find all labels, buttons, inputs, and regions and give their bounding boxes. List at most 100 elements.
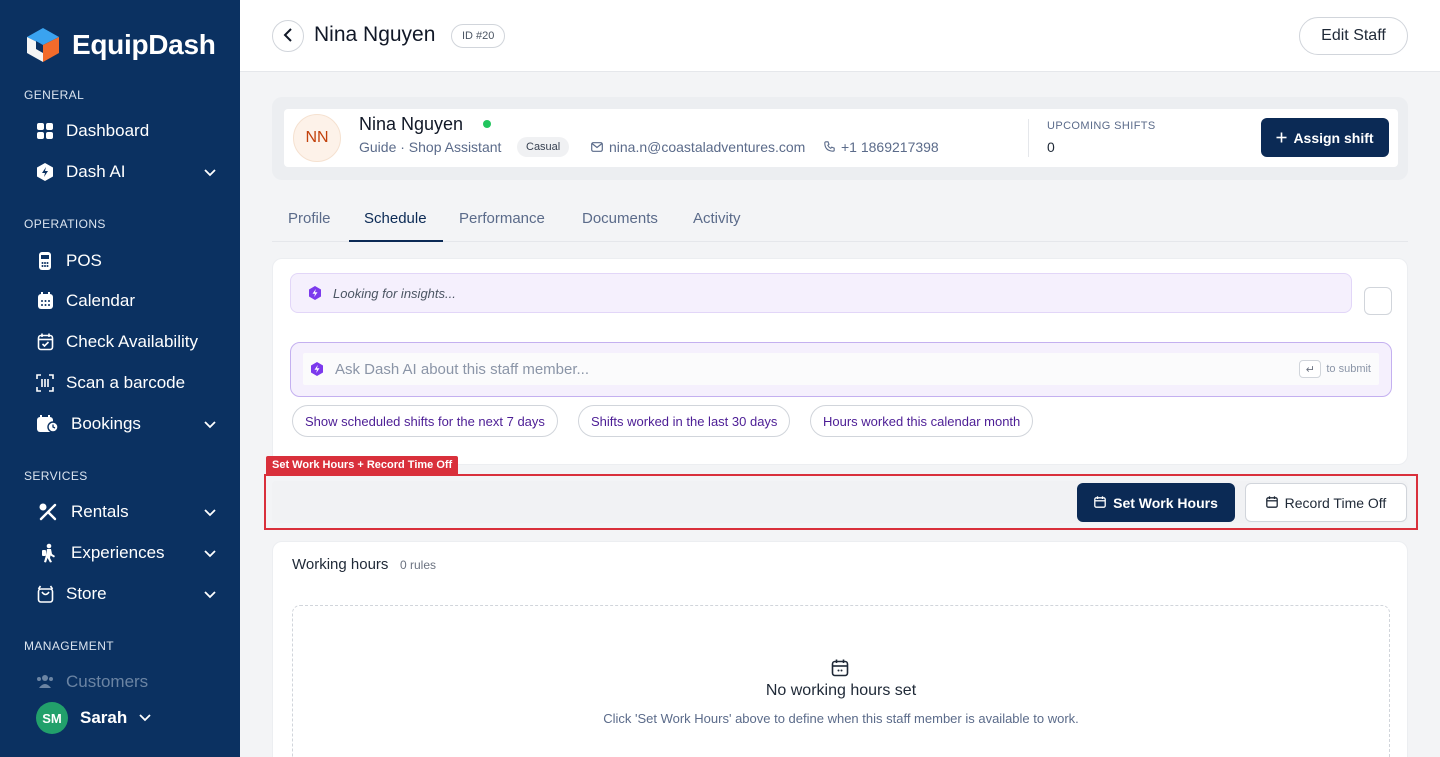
ask-ai-inner: ↵ to submit xyxy=(303,353,1379,385)
employment-type-badge: Casual xyxy=(517,137,570,157)
staff-avatar: NN xyxy=(293,114,341,162)
sidebar: EquipDash GENERAL Dashboard Dash AI OPER… xyxy=(0,0,240,757)
sidebar-item-experiences[interactable]: Experiences xyxy=(36,537,216,569)
staff-phone-text: +1 1869217398 xyxy=(841,139,939,155)
chevron-down-icon xyxy=(204,414,216,434)
section-operations: OPERATIONS xyxy=(24,217,106,231)
chevron-left-icon xyxy=(283,27,293,45)
empty-state-title: No working hours set xyxy=(765,682,917,699)
working-hours-card: Working hours 0 rules No working hours s… xyxy=(272,541,1408,757)
tab-activity[interactable]: Activity xyxy=(693,210,741,227)
calendar-check-icon xyxy=(36,333,54,351)
highlight-label: Set Work Hours + Record Time Off xyxy=(266,456,459,474)
hiker-icon xyxy=(36,543,59,563)
staff-name: Nina Nguyen xyxy=(359,114,464,134)
users-icon xyxy=(36,673,54,691)
sidebar-item-label: Customers xyxy=(66,672,149,691)
chevron-down-icon xyxy=(204,584,216,604)
id-badge: ID #20 xyxy=(451,24,506,48)
sidebar-item-store[interactable]: Store xyxy=(36,578,216,610)
calendar-icon xyxy=(831,659,849,677)
record-time-off-label: Record Time Off xyxy=(1284,494,1387,511)
tab-documents[interactable]: Documents xyxy=(582,210,658,227)
back-button[interactable] xyxy=(272,20,304,52)
online-status-dot xyxy=(483,120,491,128)
suggestion-chip-last-30-days[interactable]: Shifts worked in the last 30 days xyxy=(578,405,791,437)
sidebar-item-label: Check Availability xyxy=(66,332,198,351)
submit-hint: ↵ to submit xyxy=(1299,360,1371,378)
tab-performance[interactable]: Performance xyxy=(459,210,545,227)
set-work-hours-button[interactable]: Set Work Hours xyxy=(1077,483,1235,522)
staff-email[interactable]: nina.n@coastaladventures.com xyxy=(591,139,805,155)
edit-staff-button[interactable]: Edit Staff xyxy=(1299,17,1408,55)
divider xyxy=(1028,119,1029,157)
tab-profile[interactable]: Profile xyxy=(288,210,331,227)
insights-toggle[interactable] xyxy=(1364,287,1392,315)
shopping-bag-icon xyxy=(36,585,54,603)
chevron-down-icon xyxy=(204,502,216,522)
barcode-scan-icon xyxy=(36,374,54,392)
dash-ai-icon xyxy=(309,286,321,300)
mail-icon xyxy=(591,139,603,155)
suggestion-chip-calendar-month[interactable]: Hours worked this calendar month xyxy=(810,405,1034,437)
sidebar-item-label: Scan a barcode xyxy=(66,373,186,392)
dash-ai-icon xyxy=(311,362,323,376)
profile-summary: NN Nina Nguyen Guide · Shop Assistant Ca… xyxy=(272,97,1408,180)
user-name: Sarah xyxy=(80,708,128,727)
submit-hint-text: to submit xyxy=(1326,363,1371,375)
sidebar-item-rentals[interactable]: Rentals xyxy=(36,496,216,528)
insights-box: Looking for insights... xyxy=(290,273,1352,313)
enter-key-icon: ↵ xyxy=(1299,360,1322,378)
page-title: Nina Nguyen xyxy=(314,23,436,46)
sidebar-item-label: Experiences xyxy=(71,543,165,562)
tab-schedule[interactable]: Schedule xyxy=(364,210,427,227)
sidebar-item-customers[interactable]: Customers xyxy=(36,666,216,698)
calendar-icon xyxy=(1265,495,1278,511)
record-time-off-button[interactable]: Record Time Off xyxy=(1245,483,1407,522)
assign-shift-label: Assign shift xyxy=(1293,129,1374,146)
chevron-down-icon xyxy=(204,543,216,563)
sidebar-item-dash-ai[interactable]: Dash AI xyxy=(36,156,216,188)
sidebar-item-dashboard[interactable]: Dashboard xyxy=(36,115,216,147)
upcoming-shifts-value: 0 xyxy=(1047,139,1055,155)
suggestion-chip-next-7-days[interactable]: Show scheduled shifts for the next 7 day… xyxy=(292,405,558,437)
calendar-icon xyxy=(36,292,54,310)
brand[interactable]: EquipDash xyxy=(24,27,216,63)
active-tab-indicator xyxy=(349,240,443,242)
assign-shift-button[interactable]: Assign shift xyxy=(1261,118,1389,157)
tab-bar: Profile Schedule Performance Documents A… xyxy=(272,200,1408,242)
phone-icon xyxy=(824,139,835,155)
sidebar-item-label: Dashboard xyxy=(66,121,150,140)
sidebar-item-calendar[interactable]: Calendar xyxy=(36,285,216,317)
chevron-down-icon xyxy=(139,709,151,727)
sidebar-item-label: Bookings xyxy=(71,414,141,433)
user-menu[interactable]: SM Sarah xyxy=(36,702,151,734)
set-work-hours-label: Set Work Hours xyxy=(1113,494,1218,511)
working-hours-count: 0 rules xyxy=(400,558,437,572)
sidebar-item-label: Calendar xyxy=(66,291,135,310)
empty-state-description: Click 'Set Work Hours' above to define w… xyxy=(603,711,1079,726)
sidebar-item-label: Rentals xyxy=(71,502,129,521)
sidebar-item-label: Store xyxy=(66,584,107,603)
calendar-clock-icon xyxy=(36,415,59,433)
sidebar-item-scan-barcode[interactable]: Scan a barcode xyxy=(36,367,216,399)
section-general: GENERAL xyxy=(24,88,85,102)
sidebar-item-pos[interactable]: POS xyxy=(36,245,216,277)
ask-ai-box: ↵ to submit xyxy=(290,342,1392,397)
working-hours-title: Working hours xyxy=(292,556,389,573)
staff-role: Guide · Shop Assistant xyxy=(359,139,502,155)
equipdash-logo-icon xyxy=(27,28,59,62)
section-services: SERVICES xyxy=(24,469,88,483)
staff-email-text: nina.n@coastaladventures.com xyxy=(609,139,806,155)
sidebar-item-label: POS xyxy=(66,251,102,270)
insights-text: Looking for insights... xyxy=(333,286,456,301)
ask-ai-input[interactable] xyxy=(335,353,1235,385)
staff-phone[interactable]: +1 1869217398 xyxy=(824,139,939,155)
pos-terminal-icon xyxy=(36,252,54,270)
brand-name: EquipDash xyxy=(72,29,216,60)
upcoming-shifts-label: UPCOMING SHIFTS xyxy=(1047,120,1156,132)
empty-state: No working hours set Click 'Set Work Hou… xyxy=(292,605,1390,757)
calendar-icon xyxy=(1094,495,1106,511)
sidebar-item-bookings[interactable]: Bookings xyxy=(36,408,216,440)
sidebar-item-check-availability[interactable]: Check Availability xyxy=(36,326,216,358)
